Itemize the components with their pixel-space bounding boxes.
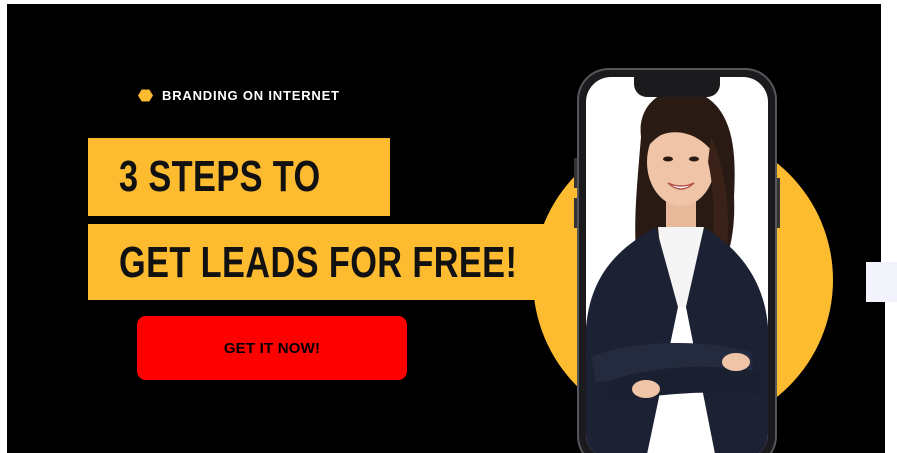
- phone-button: [574, 158, 577, 188]
- phone-mockup: [574, 68, 780, 453]
- get-it-now-button[interactable]: GET IT NOW!: [137, 316, 407, 380]
- cta-label: GET IT NOW!: [223, 339, 321, 357]
- eyebrow-row: BRANDING ON INTERNET: [138, 88, 340, 103]
- page-edge: [885, 0, 897, 453]
- phone-notch: [634, 77, 720, 97]
- phone-button: [574, 198, 577, 228]
- eyebrow-text: BRANDING ON INTERNET: [162, 88, 340, 103]
- headline-line-2: GET LEADS FOR FREE!: [119, 238, 518, 287]
- promo-banner: BRANDING ON INTERNET 3 STEPS TO GET LEAD…: [7, 4, 885, 453]
- vertical-divider: [881, 0, 885, 262]
- edge-panel: [866, 262, 897, 302]
- hexagon-icon: [138, 89, 153, 102]
- headline-line-1: 3 STEPS TO: [119, 152, 321, 201]
- person-photo: [586, 89, 768, 453]
- phone-screen: [586, 77, 768, 453]
- phone-button: [777, 178, 780, 228]
